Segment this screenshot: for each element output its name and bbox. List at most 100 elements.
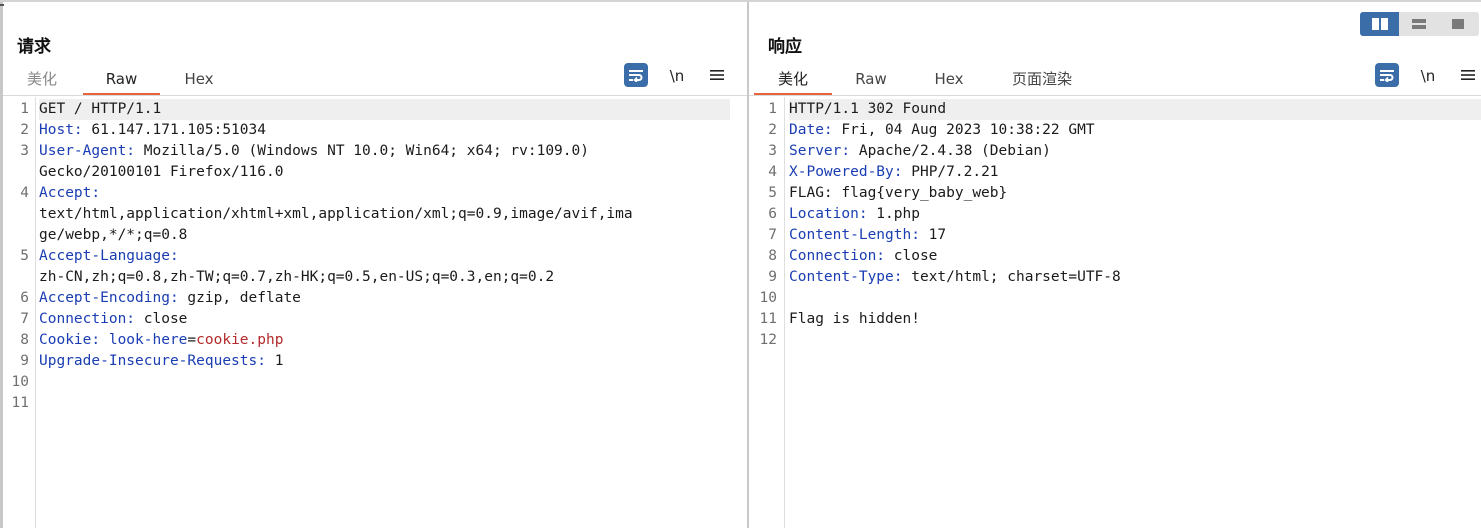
response-menu-button[interactable] [1458,64,1478,88]
line-text: Content-Type: text/html; charset=UTF-8 [789,267,1121,288]
token-text: 61.147.171.105:51034 [82,122,266,138]
line-text: Location: 1.php [789,204,920,225]
token-text: HTTP/1.1 302 Found [789,101,947,117]
request-tab-pretty[interactable]: 美化 [17,64,67,94]
line-text: Host: 61.147.171.105:51034 [39,120,266,141]
response-line: 6 Location: 1.php [749,204,1481,225]
request-newline-toggle[interactable]: \n [667,64,687,88]
line-text: text/html,application/xhtml+xml,applicat… [39,204,633,225]
line-number: 1 [20,101,29,117]
token-text: Flag is hidden! [789,311,920,327]
line-text: Flag is hidden! [789,309,920,330]
response-editor[interactable]: 1 HTTP/1.1 302 Found 2 Date: Fri, 04 Aug 20… [749,99,1481,528]
response-word-wrap-button[interactable] [1375,63,1399,87]
response-line: 7 Content-Length: 17 [749,225,1481,246]
line-number: 11 [759,311,777,327]
header-name: Accept-Encoding: [39,290,179,306]
line-text: Gecko/20100101 Firefox/116.0 [39,162,283,183]
header-name: Content-Length: [789,227,920,243]
token-text: ge/webp,*/*;q=0.8 [39,227,188,243]
token-text: = [187,332,197,348]
request-editor[interactable]: 1 GET / HTTP/1.1 2 Host: 61.147.171.105:510… [3,99,747,528]
request-line: 3 User-Agent: Mozilla/5.0 (Windows NT 10.… [3,141,747,162]
request-word-wrap-button[interactable] [624,63,648,87]
line-number: 6 [768,206,777,222]
line-text: User-Agent: Mozilla/5.0 (Windows NT 10.0… [39,141,589,162]
line-text: Upgrade-Insecure-Requests: 1 [39,351,283,372]
header-name: Cookie: [39,332,101,348]
line-number: 2 [768,122,777,138]
cookie-name: look-here [108,332,188,348]
token-text: PHP/7.2.21 [902,164,999,180]
response-tab-raw[interactable]: Raw [846,64,896,94]
response-line: 12 [749,330,1481,351]
line-text: FLAG: flag{very_baby_web} [789,183,1007,204]
header-name: Server: [789,143,851,159]
request-line: 2 Host: 61.147.171.105:51034 [3,120,747,141]
header-name: Upgrade-Insecure-Requests: [39,353,266,369]
line-number: 4 [20,185,29,201]
response-line: 1 HTTP/1.1 302 Found [749,99,1481,120]
hamburger-menu-icon [1461,70,1475,80]
request-line: ge/webp,*/*;q=0.8 [3,225,747,246]
line-text: Cookie: look-here=cookie.php [39,330,283,351]
request-tab-hex[interactable]: Hex [173,64,225,94]
hamburger-menu-icon [710,70,724,80]
line-number: 3 [768,143,777,159]
request-line: 1 GET / HTTP/1.1 [3,99,747,120]
request-line: 9 Upgrade-Insecure-Requests: 1 [3,351,747,372]
header-name: Content-Type: [789,269,903,285]
line-text: Connection: close [39,309,187,330]
header-name: Accept: [39,185,101,201]
header-name: Location: [789,206,868,222]
request-line: 10 [3,372,747,393]
request-line: 8 Cookie: look-here=cookie.php [3,330,747,351]
request-line: text/html,application/xhtml+xml,applicat… [3,204,747,225]
line-text: X-Powered-By: PHP/7.2.21 [789,162,999,183]
header-name: X-Powered-By: [789,164,903,180]
cookie-value: cookie.php [196,332,284,348]
header-name: Host: [39,122,83,138]
response-line: 8 Connection: close [749,246,1481,267]
line-number: 2 [20,122,29,138]
token-text: 17 [919,227,947,243]
line-text: ge/webp,*/*;q=0.8 [39,225,187,246]
response-newline-toggle[interactable]: \n [1418,64,1438,88]
token-text: 1 [265,353,284,369]
response-tab-render[interactable]: 页面渲染 [1003,64,1081,94]
line-text: Content-Length: 17 [789,225,946,246]
token-text: gzip, deflate [178,290,301,306]
line-number: 6 [20,290,29,306]
line-number: 8 [768,248,777,264]
line-number: 5 [768,185,777,201]
token-text: close [135,311,188,327]
line-text: Connection: close [789,246,937,267]
request-line: 5 Accept-Language: [3,246,747,267]
line-number: 1 [768,101,777,117]
token-text: Apache/2.4.38 (Debian) [850,143,1051,159]
line-text: GET / HTTP/1.1 [39,99,730,120]
request-tab-raw[interactable]: Raw [83,64,160,96]
line-number: 4 [768,164,777,180]
response-tab-hex[interactable]: Hex [924,64,974,94]
response-title: 响应 [768,37,802,57]
token-text: 1.php [867,206,920,222]
line-number: 8 [20,332,29,348]
word-wrap-icon [1375,63,1399,87]
request-line: zh-CN,zh;q=0.8,zh-TW;q=0.7,zh-HK;q=0.5,e… [3,267,747,288]
line-number: 12 [759,332,777,348]
word-wrap-icon [624,63,648,87]
request-line: 7 Connection: close [3,309,747,330]
header-name: Accept-Language: [39,248,179,264]
response-tab-pretty[interactable]: 美化 [754,64,832,96]
line-text: zh-CN,zh;q=0.8,zh-TW;q=0.7,zh-HK;q=0.5,e… [39,267,554,288]
line-number: 7 [768,227,777,243]
request-menu-button[interactable] [707,64,727,88]
line-number: 11 [11,395,29,411]
response-tabs-rule [749,95,1481,96]
line-number: 9 [20,353,29,369]
token-text: close [885,248,938,264]
response-line: 10 [749,288,1481,309]
response-line: 11 Flag is hidden! [749,309,1481,330]
token-text: Gecko/20100101 Firefox/116.0 [39,164,284,180]
